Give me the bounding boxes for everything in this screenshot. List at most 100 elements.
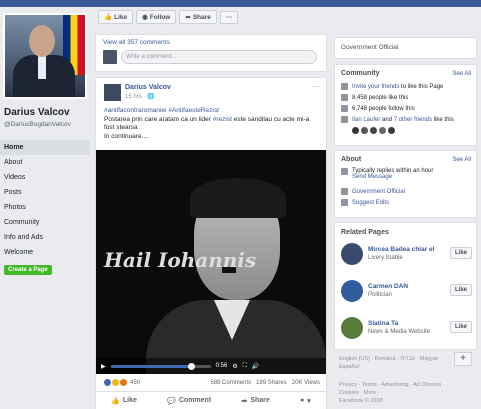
follows-count: 6,748 people follow this (352, 105, 415, 112)
community-box: Community See All Invite your friends to… (334, 64, 477, 146)
friend-link[interactable]: Ilan Laufer (352, 117, 380, 123)
nav-posts[interactable]: Posts (0, 185, 90, 200)
friends-suffix: like this (432, 116, 454, 123)
nav-videos[interactable]: Videos (0, 170, 90, 185)
friends-mid: and (380, 116, 394, 123)
reactions-count[interactable]: 450 (130, 380, 140, 386)
post-avatar[interactable] (104, 84, 121, 101)
avatar[interactable] (341, 243, 363, 265)
avatar[interactable] (388, 127, 395, 134)
profile-shirt (38, 55, 46, 79)
create-page-button[interactable]: Create a Page (4, 265, 52, 275)
invite-friends-link[interactable]: Invite your friends (352, 84, 399, 90)
related-page-item[interactable]: Mircea Badea chiar el Livery Stable Like (341, 243, 472, 271)
rss-icon: ◉ (142, 14, 148, 21)
friends-icon (341, 116, 348, 123)
post-comment-button[interactable]: 💬 Comment (167, 397, 211, 405)
page-handle[interactable]: @DariusBogdanValcov (4, 121, 71, 128)
avatar[interactable] (370, 127, 377, 134)
profile-picture[interactable] (3, 13, 87, 99)
center-column: 👍 Like ◉ Follow ➦ Share ··· View all 357 co… (95, 7, 327, 409)
post-share-button[interactable]: ➦ Share (241, 397, 269, 405)
nav-about[interactable]: About (0, 155, 90, 170)
video-progress-bar[interactable] (110, 362, 211, 370)
post-like-button[interactable]: 👍 Like (111, 397, 137, 405)
like-page-button[interactable]: 👍 Like (98, 10, 134, 24)
avatar[interactable] (341, 280, 363, 302)
related-like-button[interactable]: Like (449, 284, 472, 296)
fullscreen-icon[interactable]: ⛶ (243, 363, 247, 370)
volume-icon[interactable]: 🔊 (252, 363, 259, 370)
video-progress-knob[interactable] (187, 362, 195, 370)
messenger-icon (341, 168, 348, 175)
add-language-button[interactable]: + (454, 352, 472, 366)
avatar (103, 50, 117, 64)
follow-button[interactable]: ◉ Follow (136, 10, 177, 24)
related-page-name[interactable]: Slatina Ta (368, 320, 398, 327)
post-actions: 👍 Like 💬 Comment ➦ Share ● ▾ (96, 391, 326, 409)
community-see-all[interactable]: See All (452, 71, 471, 77)
related-page-category: Politician (368, 292, 393, 298)
about-see-all[interactable]: See All (452, 157, 471, 163)
nav-info-and-ads[interactable]: Info and Ads (0, 230, 90, 245)
gear-icon[interactable]: ⚙ (232, 363, 237, 370)
shares-count[interactable]: 189 Shares (256, 380, 287, 386)
comments-count[interactable]: 588 Comments (210, 380, 251, 386)
send-message-link[interactable]: Send Message (352, 174, 392, 180)
play-icon[interactable]: ▶ (101, 363, 106, 370)
view-comments-link[interactable]: View all 357 comments (103, 39, 170, 46)
related-page-name[interactable]: Carmen DAN (368, 283, 408, 290)
video-hair (190, 178, 286, 218)
related-page-item[interactable]: Slatina Ta News & Media Website Like (341, 317, 472, 345)
gov-link[interactable]: Government Official (352, 189, 405, 195)
page-actions: 👍 Like ◉ Follow ➦ Share ··· (95, 7, 327, 27)
suggest-edits-link[interactable]: Suggest Edits (352, 200, 389, 206)
views-count: 20K Views (291, 379, 320, 386)
gov-row: Government Official (341, 186, 470, 197)
post-options-icon[interactable]: ··· (312, 82, 320, 91)
avatar[interactable] (352, 127, 359, 134)
avatar[interactable] (361, 127, 368, 134)
post-timestamp[interactable]: 15 hrs · 🌐 (125, 93, 155, 100)
video-progress-fill (110, 364, 191, 368)
related-page-item[interactable]: Carmen DAN Politician Like (341, 280, 472, 308)
post-like-label: Like (122, 397, 137, 404)
avatar[interactable] (379, 127, 386, 134)
nav-home[interactable]: Home (0, 140, 90, 155)
nav-photos[interactable]: Photos (0, 200, 90, 215)
share-page-button[interactable]: ➦ Share (179, 10, 217, 24)
hashtag-link[interactable]: #AntifaesteRezist (168, 107, 219, 114)
comment-input[interactable]: Write a comment... (121, 50, 317, 64)
avatar[interactable] (341, 317, 363, 339)
likes-row: 8,458 people like this (341, 92, 470, 103)
related-page-name[interactable]: Mircea Badea chiar el (368, 246, 434, 253)
footer-copyright: Facebook © 2018 (339, 398, 383, 404)
hashtag-link[interactable]: #rezist (213, 116, 232, 123)
page-nav: Home About Videos Posts Photos Community… (0, 140, 90, 260)
friends-row: Ilan Laufer and 7 other friends like thi… (341, 114, 470, 125)
invite-suffix: to like this Page (399, 83, 444, 90)
nav-welcome[interactable]: Welcome (0, 245, 90, 260)
angry-reaction-icon (120, 379, 127, 386)
audience-selector[interactable]: ● ▾ (300, 397, 311, 405)
related-title: Related Pages (341, 229, 389, 236)
comment-icon: 💬 (167, 397, 176, 405)
hashtag-link[interactable]: #antifacontraromaniei (104, 107, 167, 114)
related-like-button[interactable]: Like (449, 247, 472, 259)
footer-line[interactable]: Privacy · Terms · Advertising · Ad Choic… (339, 381, 445, 389)
related-like-button[interactable]: Like (449, 321, 472, 333)
chevron-down-icon: ▾ (307, 397, 311, 405)
language-links[interactable]: English (US) · Română · עברית · Magyar ·… (339, 355, 449, 371)
page-name[interactable]: Darius Valcov (4, 107, 70, 118)
video-player[interactable]: Hail Iohannis ▶ 0:56 ⚙ ⛶ 🔊 (96, 150, 326, 374)
follows-row: 6,748 people follow this (341, 103, 470, 114)
more-button[interactable]: ··· (219, 10, 239, 24)
nav-community[interactable]: Community (0, 215, 90, 230)
post-share-label: Share (250, 397, 270, 404)
other-friends-link[interactable]: 7 other friends (394, 117, 432, 123)
page-category: Government Official (341, 44, 399, 51)
footer-line[interactable]: Cookies · More · (339, 389, 445, 397)
post-author[interactable]: Darius Valcov (125, 84, 171, 91)
reactions-icons[interactable] (104, 379, 127, 386)
thumbs-up-icon: 👍 (111, 397, 120, 405)
